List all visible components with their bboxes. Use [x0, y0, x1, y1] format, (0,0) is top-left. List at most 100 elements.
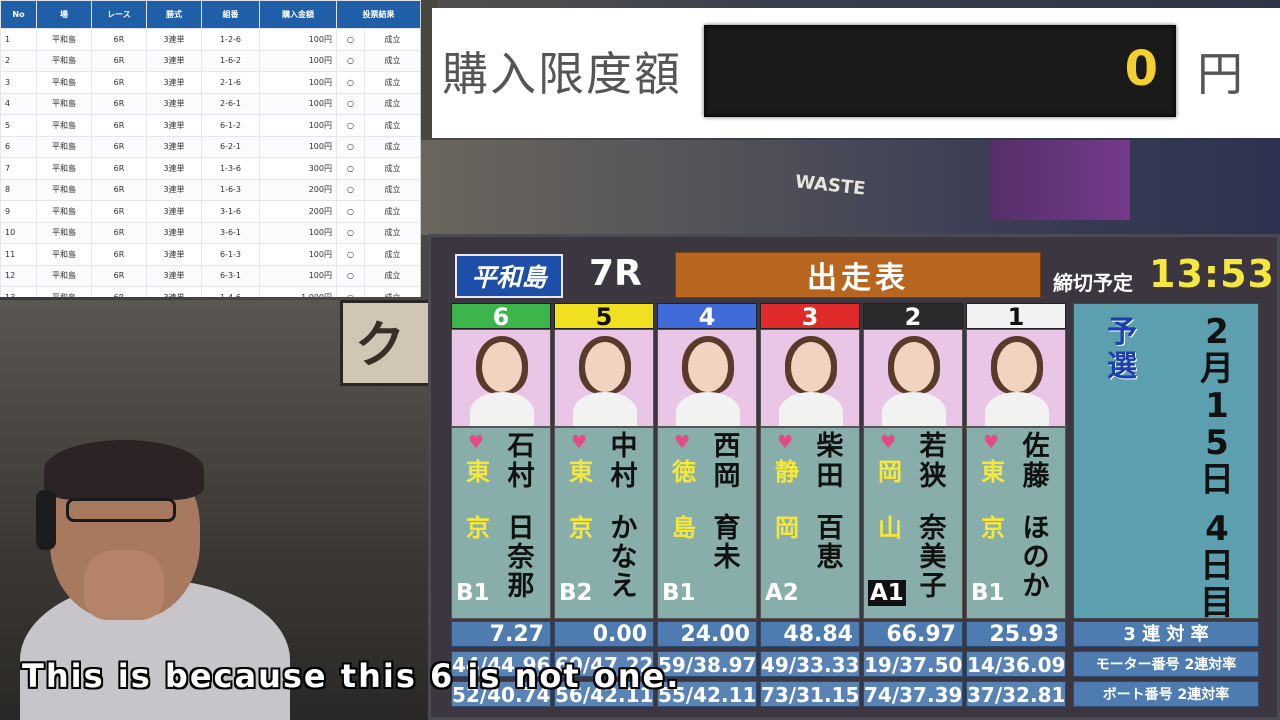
racer-info: ♥ 岡山若狭奈美子 A1 — [863, 427, 963, 619]
cell-race: 6R — [91, 28, 147, 51]
cell-race: 6R — [91, 286, 147, 297]
racer-prefecture: 東京 — [567, 458, 595, 542]
vertical-char: 選 — [1107, 349, 1137, 384]
cell-type: 3連単 — [146, 221, 202, 244]
venue-badge: 平和島 — [455, 254, 563, 298]
racer-given-name: 育未 — [710, 514, 744, 572]
cell-mark: ○ — [336, 28, 365, 51]
table-row: 7 平和島 6R 3連単 1-3-6 300円 ○ 成立 — [0, 157, 420, 180]
vertical-char: 目 — [1200, 583, 1234, 623]
stats-row-trifecta: 3 連 対 率 7.27 0.00 24.00 48.84 66.97 25.93 — [451, 621, 1259, 647]
cell-amount: 100円 — [259, 49, 337, 72]
vertical-char: か — [610, 513, 638, 544]
lane-number: 5 — [554, 303, 654, 330]
racer-photo — [451, 329, 551, 427]
heart-icon[interactable]: ♥ — [983, 432, 999, 453]
vertical-char: な — [610, 542, 638, 573]
racer-photo — [760, 329, 860, 427]
racer-prefecture: 岡山 — [876, 458, 904, 542]
heart-icon[interactable]: ♥ — [880, 432, 896, 453]
cell-result: 成立 — [364, 28, 420, 51]
lane-number: 3 — [760, 303, 860, 330]
cell-type: 3連単 — [146, 178, 202, 201]
cell-race: 6R — [91, 221, 147, 244]
heart-icon[interactable]: ♥ — [468, 432, 484, 453]
racer-photo-head — [482, 342, 522, 392]
purchase-limit-panel: 購入限度額 0 円 — [432, 8, 1280, 138]
table-row: 1 平和島 6R 3連単 1-2-6 100円 ○ 成立 — [0, 28, 420, 51]
cell-venue: 平和島 — [36, 49, 92, 72]
heart-icon[interactable]: ♥ — [571, 432, 587, 453]
cell-mark: ○ — [336, 157, 365, 180]
cell-result: 成立 — [364, 178, 420, 201]
racer-photo-head — [791, 342, 831, 392]
racer-photo — [863, 329, 963, 427]
cell-combo: 1-2-6 — [201, 28, 260, 51]
boat-label: ボート番号 2連対率 — [1073, 681, 1259, 707]
cell-venue: 平和島 — [36, 200, 92, 223]
vertical-char: 予 — [1107, 315, 1137, 350]
cell-amount: 300円 — [259, 157, 337, 180]
heart-icon[interactable]: ♥ — [777, 432, 793, 453]
vertical-char: 奈 — [507, 542, 535, 573]
racer-info: ♥ 徳島西岡育未 B1 — [657, 427, 757, 619]
cell-mark: ○ — [336, 286, 365, 297]
lane-number: 2 — [863, 303, 963, 330]
vertical-char: 中 — [610, 431, 638, 462]
vertical-char: 若 — [919, 431, 947, 462]
cell-amount: 200円 — [259, 178, 337, 201]
stat-boat-cell: 37/32.81 — [966, 681, 1066, 707]
heart-icon[interactable]: ♥ — [674, 432, 690, 453]
vertical-char: 恵 — [816, 542, 844, 573]
cell-amount: 100円 — [259, 114, 337, 137]
racer-given-name: ほのか — [1019, 514, 1053, 601]
purchase-limit-label: 購入限度額 — [442, 47, 682, 101]
cell-type: 3連単 — [146, 157, 202, 180]
col-header-race: レース — [91, 0, 147, 29]
vertical-char: 岡 — [713, 461, 741, 492]
vertical-char: 東 — [981, 458, 1005, 486]
table-row: 4 平和島 6R 3連単 2-6-1 100円 ○ 成立 — [0, 92, 420, 115]
vertical-char: 石 — [507, 431, 535, 462]
cell-result: 成立 — [364, 243, 420, 266]
racer-prefecture: 静岡 — [773, 458, 801, 542]
racer-class: B1 — [456, 580, 490, 606]
lane-column: 6 ♥ 東京石村日奈那 B1 — [451, 303, 551, 619]
cell-venue: 平和島 — [36, 92, 92, 115]
vertical-char: 5 — [1205, 423, 1229, 463]
bet-history-table: No 場 レース 勝式 組番 購入金額 投票結果 1 平和島 6R 3連単 1-2-6 1… — [0, 0, 420, 297]
racer-photo-body-shape — [985, 392, 1049, 426]
vertical-char: 山 — [878, 514, 902, 542]
vertical-char: 2 — [1205, 312, 1229, 352]
vertical-char: 岡 — [878, 458, 902, 486]
cell-venue: 平和島 — [36, 243, 92, 266]
stat-trifecta-cell: 7.27 — [451, 621, 551, 647]
cell-mark: ○ — [336, 178, 365, 201]
col-header-amount: 購入金額 — [259, 0, 337, 29]
cell-type: 3連単 — [146, 200, 202, 223]
cell-venue: 平和島 — [36, 157, 92, 180]
vertical-char: 東 — [569, 458, 593, 486]
cell-no: 8 — [0, 178, 37, 201]
lane-number: 1 — [966, 303, 1066, 330]
racer-prefecture: 徳島 — [670, 458, 698, 542]
cell-no: 4 — [0, 92, 37, 115]
racer-info: ♥ 東京中村かなえ B2 — [554, 427, 654, 619]
cell-amount: 100円 — [259, 264, 337, 287]
race-date-text: 2月15日 — [1194, 314, 1240, 499]
racer-photo-head — [585, 342, 625, 392]
cell-no: 11 — [0, 243, 37, 266]
table-row: 11 平和島 6R 3連単 6-1-3 100円 ○ 成立 — [0, 243, 420, 266]
cell-amount: 100円 — [259, 221, 337, 244]
lane-column: 1 ♥ 東京佐藤ほのか B1 — [966, 303, 1066, 619]
vertical-char: 徳 — [672, 458, 696, 486]
cell-combo: 6-1-2 — [201, 114, 260, 137]
cell-amount: 100円 — [259, 92, 337, 115]
stat-trifecta-cell: 48.84 — [760, 621, 860, 647]
cell-combo: 3-6-1 — [201, 221, 260, 244]
table-row: 6 平和島 6R 3連単 6-2-1 100円 ○ 成立 — [0, 135, 420, 158]
stat-trifecta-cell: 24.00 — [657, 621, 757, 647]
vertical-char: 子 — [919, 571, 947, 602]
cell-combo: 6-2-1 — [201, 135, 260, 158]
cell-no: 3 — [0, 71, 37, 94]
